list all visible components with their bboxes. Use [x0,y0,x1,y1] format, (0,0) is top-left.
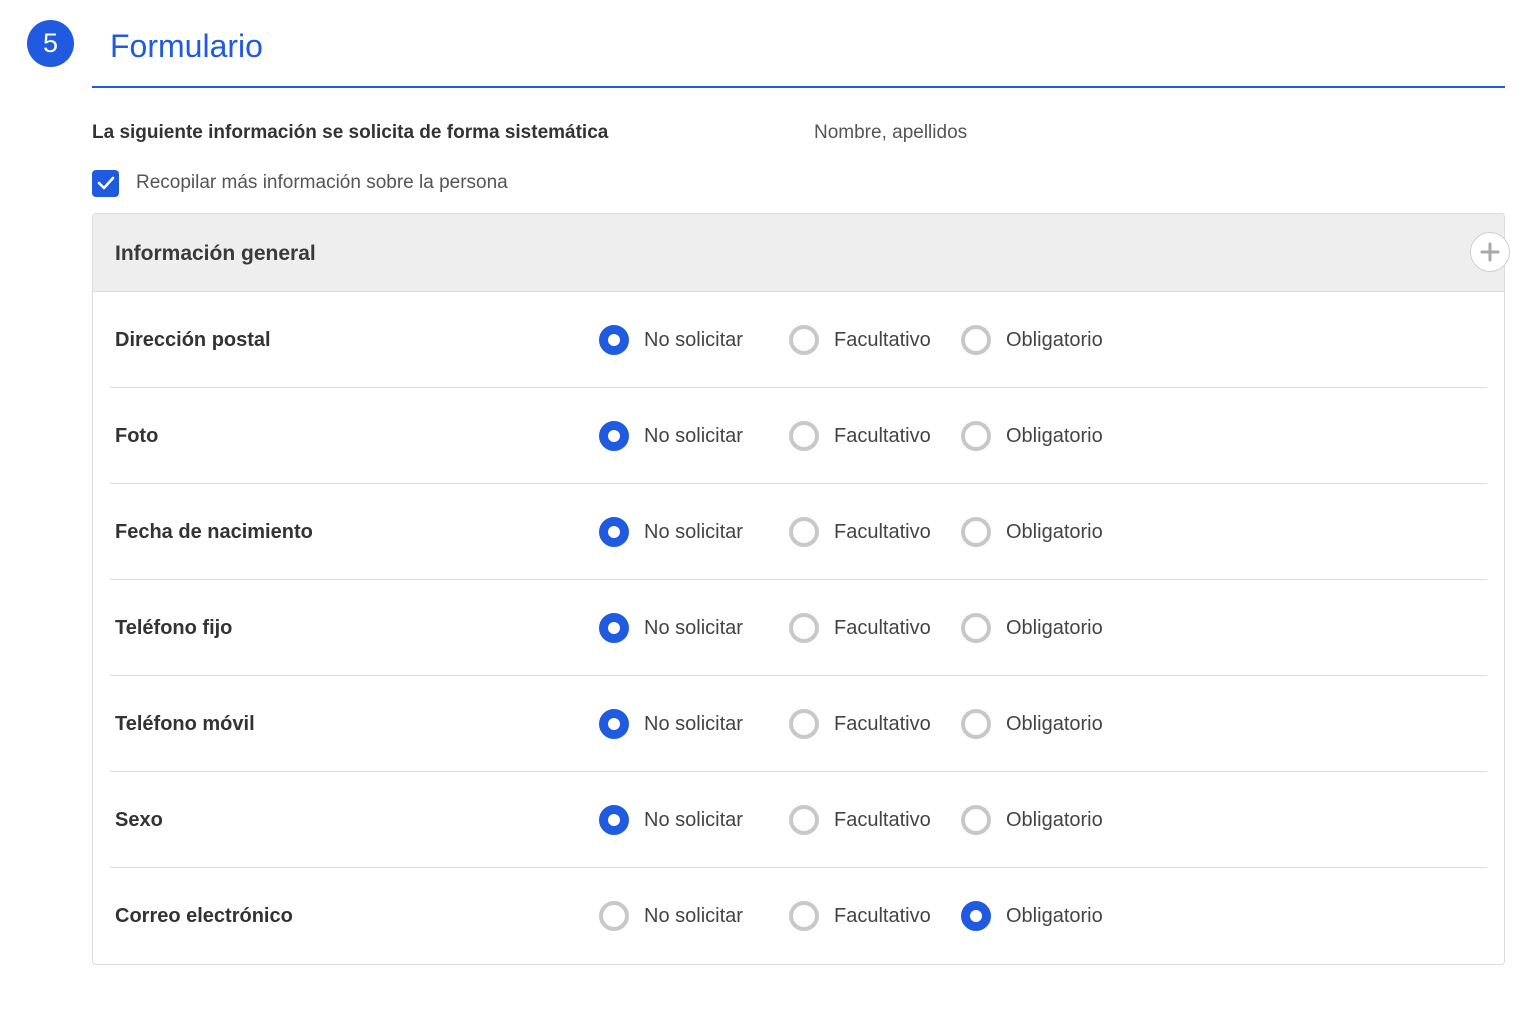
field-row-label: Teléfono fijo [115,617,233,639]
form-section: 5 Formulario La siguiente información se… [0,0,1536,1024]
radio-checked-icon[interactable] [599,517,629,547]
field-rows: Dirección postal No solicitar Facultativo O… [93,292,1504,963]
radio-option-label: Obligatorio [1006,712,1103,735]
radio-option-facultativo[interactable]: Facultativo [789,613,931,643]
radio-option-obligatorio[interactable]: Obligatorio [961,805,1103,835]
radio-option-no-solicitar[interactable]: No solicitar [599,805,743,835]
panel-title: Información general [115,242,316,265]
field-row: Teléfono móvil No solicitar Facultativo Obl… [110,676,1487,772]
radio-option-label: No solicitar [644,424,743,447]
field-row-label: Fecha de nacimiento [115,521,313,543]
radio-unchecked-icon[interactable] [961,421,991,451]
field-row: Sexo No solicitar Facultativo Obligatorio [110,772,1487,868]
radio-unchecked-icon[interactable] [789,613,819,643]
radio-option-obligatorio[interactable]: Obligatorio [961,901,1103,931]
radio-option-label: Facultativo [834,520,931,543]
radio-option-label: Facultativo [834,904,931,927]
field-row-label: Correo electrónico [115,905,293,927]
radio-option-label: No solicitar [644,904,743,927]
radio-option-label: Obligatorio [1006,328,1103,351]
radio-unchecked-icon[interactable] [961,709,991,739]
systematic-info-label: La siguiente información se solicita de … [92,122,609,143]
field-row: Correo electrónico No solicitar Facultativ… [110,868,1487,963]
radio-option-obligatorio[interactable]: Obligatorio [961,613,1103,643]
radio-option-label: No solicitar [644,712,743,735]
checkmark-icon [97,176,114,190]
field-row: Teléfono fijo No solicitar Facultativo Obli… [110,580,1487,676]
radio-checked-icon[interactable] [599,613,629,643]
collect-more-info-label: Recopilar más información sobre la perso… [136,172,508,193]
radio-checked-icon[interactable] [599,421,629,451]
radio-checked-icon[interactable] [961,901,991,931]
radio-option-label: No solicitar [644,328,743,351]
radio-option-label: No solicitar [644,520,743,543]
radio-option-label: Facultativo [834,424,931,447]
field-row-label: Sexo [115,809,163,831]
radio-unchecked-icon[interactable] [789,517,819,547]
radio-option-label: Facultativo [834,808,931,831]
radio-option-label: Facultativo [834,712,931,735]
radio-unchecked-icon[interactable] [789,421,819,451]
radio-option-label: Obligatorio [1006,424,1103,447]
add-field-button[interactable] [1470,232,1510,272]
general-info-panel: Información general Dirección postal No s… [92,213,1510,965]
radio-option-obligatorio[interactable]: Obligatorio [961,421,1103,451]
radio-option-no-solicitar[interactable]: No solicitar [599,517,743,547]
radio-option-no-solicitar[interactable]: No solicitar [599,709,743,739]
radio-option-label: Obligatorio [1006,808,1103,831]
radio-option-no-solicitar[interactable]: No solicitar [599,613,743,643]
radio-unchecked-icon[interactable] [961,325,991,355]
field-row-label: Foto [115,425,159,447]
title-divider [92,86,1505,88]
radio-option-obligatorio[interactable]: Obligatorio [961,517,1103,547]
radio-option-facultativo[interactable]: Facultativo [789,901,931,931]
plus-icon [1480,242,1500,262]
radio-option-label: No solicitar [644,616,743,639]
radio-unchecked-icon[interactable] [961,517,991,547]
radio-option-label: Facultativo [834,328,931,351]
radio-option-facultativo[interactable]: Facultativo [789,709,931,739]
radio-option-label: Facultativo [834,616,931,639]
radio-checked-icon[interactable] [599,805,629,835]
field-row: Foto No solicitar Facultativo Obligatorio [110,388,1487,484]
systematic-info-value: Nombre, apellidos [814,122,968,143]
radio-unchecked-icon[interactable] [789,805,819,835]
radio-option-label: Obligatorio [1006,616,1103,639]
field-row-label: Teléfono móvil [115,713,255,735]
step-number-badge: 5 [27,20,74,67]
radio-option-no-solicitar[interactable]: No solicitar [599,421,743,451]
section-title: Formulario [110,28,263,64]
field-row: Fecha de nacimiento No solicitar Facultati… [110,484,1487,580]
radio-unchecked-icon[interactable] [789,901,819,931]
panel-header: Información general [93,214,1510,292]
radio-unchecked-icon[interactable] [961,613,991,643]
radio-option-no-solicitar[interactable]: No solicitar [599,325,743,355]
field-row: Dirección postal No solicitar Facultativo O… [110,292,1487,388]
radio-option-no-solicitar[interactable]: No solicitar [599,901,743,931]
radio-checked-icon[interactable] [599,325,629,355]
field-row-label: Dirección postal [115,329,271,351]
radio-option-facultativo[interactable]: Facultativo [789,325,931,355]
radio-unchecked-icon[interactable] [789,325,819,355]
radio-unchecked-icon[interactable] [961,805,991,835]
radio-option-obligatorio[interactable]: Obligatorio [961,709,1103,739]
radio-option-facultativo[interactable]: Facultativo [789,805,931,835]
checkbox-checked-icon[interactable] [92,169,119,197]
radio-unchecked-icon[interactable] [789,709,819,739]
radio-option-facultativo[interactable]: Facultativo [789,421,931,451]
radio-checked-icon[interactable] [599,709,629,739]
radio-option-facultativo[interactable]: Facultativo [789,517,931,547]
radio-option-label: Obligatorio [1006,904,1103,927]
collect-more-info-checkbox[interactable]: Recopilar más información sobre la perso… [92,168,508,198]
radio-option-obligatorio[interactable]: Obligatorio [961,325,1103,355]
radio-unchecked-icon[interactable] [599,901,629,931]
radio-option-label: No solicitar [644,808,743,831]
radio-option-label: Obligatorio [1006,520,1103,543]
